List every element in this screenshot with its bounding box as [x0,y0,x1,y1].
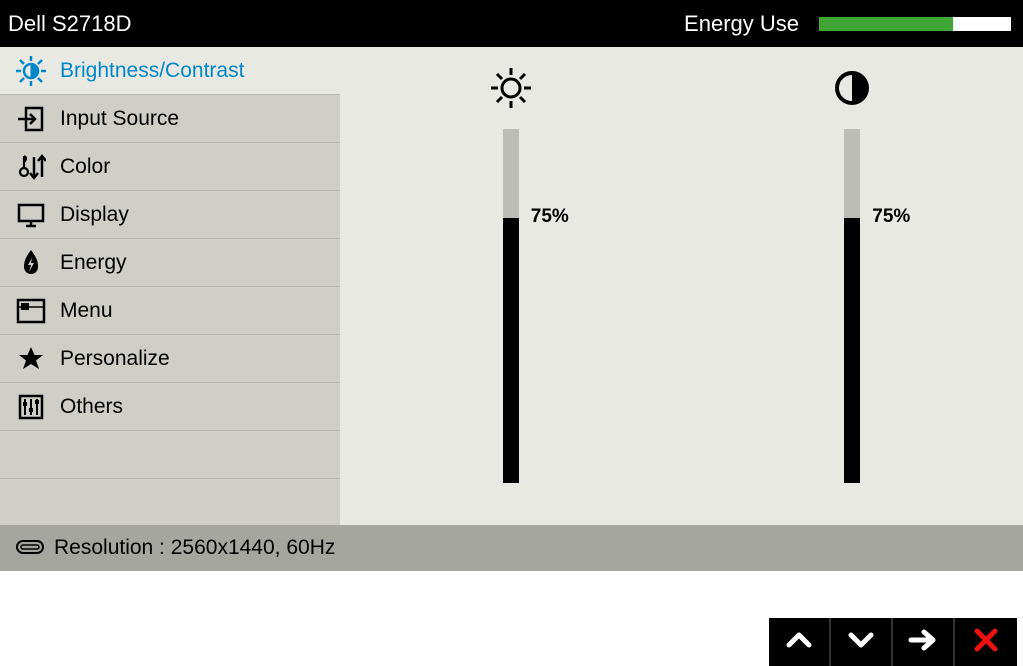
brightness-icon [488,65,534,111]
contrast-value: 75% [872,206,910,228]
resolution-icon [16,536,44,560]
sidebar-item-label: Personalize [60,347,170,371]
brightness-slider[interactable]: 75% [503,129,519,483]
energy-icon [14,246,48,280]
osd-nav-buttons [769,618,1017,666]
energy-use-bar [819,17,1011,31]
sidebar-item-label: Energy [60,251,127,275]
energy-use-fill [819,17,953,31]
sidebar-item-label: Color [60,155,110,179]
resolution-text: Resolution : 2560x1440, 60Hz [54,536,335,560]
sidebar-item-label: Others [60,395,123,419]
chevron-down-icon [847,630,875,655]
sidebar-item-color[interactable]: Color [0,143,340,191]
personalize-icon [14,342,48,376]
osd-footer: Resolution : 2560x1440, 60Hz [0,525,1023,571]
sidebar-item-label: Menu [60,299,113,323]
nav-close-button[interactable] [955,618,1017,666]
input-source-icon [14,102,48,136]
sidebar-item-menu[interactable]: Menu [0,287,340,335]
sidebar-item-input-source[interactable]: Input Source [0,95,340,143]
others-icon [14,390,48,424]
energy-use-label: Energy Use [684,11,799,37]
osd-sidebar: Brightness/Contrast Input Source [0,47,340,525]
sidebar-item-others[interactable]: Others [0,383,340,431]
brightness-contrast-icon [14,54,48,88]
brightness-value: 75% [531,206,569,228]
sidebar-item-brightness-contrast[interactable]: Brightness/Contrast [0,47,340,95]
nav-up-button[interactable] [769,618,831,666]
brightness-slider-column: 75% [488,65,534,525]
contrast-slider[interactable]: 75% [844,129,860,483]
sidebar-item-label: Input Source [60,107,179,131]
arrow-right-icon [908,628,938,657]
model-label: Dell S2718D [8,11,132,37]
brightness-slider-fill [503,218,519,484]
sidebar-item-label: Display [60,203,129,227]
display-icon [14,198,48,232]
nav-next-button[interactable] [893,618,955,666]
sidebar-item-energy[interactable]: Energy [0,239,340,287]
close-icon [973,627,999,658]
contrast-slider-column: 75% [829,65,875,525]
sidebar-item-personalize[interactable]: Personalize [0,335,340,383]
chevron-up-icon [785,630,813,655]
contrast-slider-fill [844,218,860,484]
content-pane: 75% 75% [340,47,1023,525]
nav-down-button[interactable] [831,618,893,666]
sidebar-item-display[interactable]: Display [0,191,340,239]
sidebar-item-label: Brightness/Contrast [60,59,244,83]
menu-icon [14,294,48,328]
osd-header: Dell S2718D Energy Use [0,0,1023,47]
color-icon [14,150,48,184]
contrast-icon [829,65,875,111]
